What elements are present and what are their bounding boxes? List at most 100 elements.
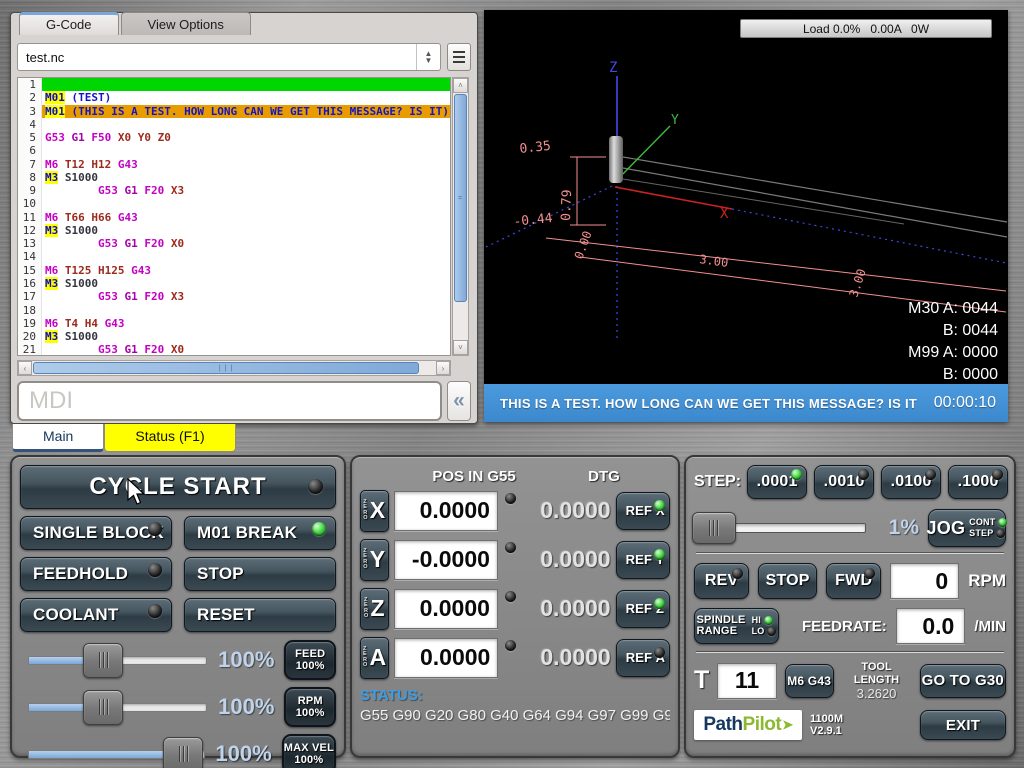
main-tabs: Main Status (F1) [12, 424, 236, 452]
line-text [42, 197, 450, 210]
gcode-line[interactable]: 15M6 T125 H125 G43 [18, 264, 450, 277]
machine-control-panel: CYCLE START SINGLE BLOCK M01 BREAK FEEDHOL… [10, 455, 346, 758]
a-dro-input[interactable]: 0.0000 [394, 638, 498, 678]
hscroll-thumb[interactable]: | | | [33, 362, 419, 374]
tool-length-block: TOOL LENGTH 3.2620 [842, 661, 912, 700]
button-label: STOP [197, 564, 244, 584]
scroll-down-icon[interactable]: ˅ [453, 340, 468, 355]
gcode-line[interactable]: 2M01 (TEST) [18, 91, 450, 104]
gcode-line[interactable]: 16M3 S1000 [18, 277, 450, 290]
axis-letter: Z [370, 597, 384, 620]
gcode-line[interactable]: 3M01 (THIS IS A TEST. HOW LONG CAN WE GE… [18, 105, 450, 118]
vscroll-thumb[interactable]: = [454, 94, 467, 302]
gcode-line[interactable]: 18 [18, 304, 450, 317]
step-led [791, 469, 802, 480]
gcode-line[interactable]: 11M6 T66 H66 G43 [18, 211, 450, 224]
tab-status-f1[interactable]: Status (F1) [104, 424, 235, 452]
gcode-line[interactable]: 20M3 S1000 [18, 330, 450, 343]
gcode-line[interactable]: 21 G53 G1 F20 X0 [18, 343, 450, 356]
maxvel-100-button[interactable]: MAX VEL100% [282, 734, 336, 768]
dim-bottom: -0.44 [513, 211, 554, 230]
gcode-line[interactable]: 4 [18, 118, 450, 131]
backplot-scene[interactable]: Z Y X 0.35 0.79 -0.44 0.00 3.00 3.00 Loa… [484, 10, 1008, 384]
ref-a-button[interactable]: REF A [616, 639, 670, 677]
ref-y-button[interactable]: REF Y [616, 541, 670, 579]
spindle-fwd-button[interactable]: FWD [826, 563, 881, 599]
gcode-hscrollbar[interactable]: ‹ | | | › [17, 360, 451, 376]
step-0001-button[interactable]: .0001 [747, 465, 807, 499]
scroll-right-icon[interactable]: › [436, 361, 450, 375]
tool-number-input[interactable]: 11 [717, 663, 777, 699]
tab-gcode[interactable]: G-Code [19, 12, 119, 35]
feedrate-input[interactable]: 0.0 [896, 608, 966, 644]
zero-z-button[interactable]: ZEROZ [360, 588, 389, 630]
gcode-line[interactable]: 8M3 S1000 [18, 171, 450, 184]
coolant-button[interactable]: COOLANT [20, 598, 172, 632]
scroll-left-icon[interactable]: ‹ [18, 361, 32, 375]
gcode-line[interactable]: 5G53 G1 F50 X0 Y0 Z0 [18, 131, 450, 144]
ref-z-button[interactable]: REF Z [616, 590, 670, 628]
gcode-line[interactable]: 6 [18, 144, 450, 157]
menu-hamburger-icon[interactable] [447, 43, 471, 71]
file-select-spinner-icon[interactable]: ▲▼ [416, 44, 440, 70]
line-number: 19 [18, 317, 42, 330]
feed-100-button[interactable]: FEED100% [284, 640, 336, 680]
gcode-line[interactable]: 12M3 S1000 [18, 224, 450, 237]
zero-y-button[interactable]: ZEROY [360, 539, 389, 581]
tab-view-options[interactable]: View Options [121, 12, 251, 35]
jog-mode-button[interactable]: JOG CONT STEP [928, 509, 1006, 547]
zero-x-button[interactable]: ZEROX [360, 490, 389, 532]
step-1000-button[interactable]: .1000 [948, 465, 1008, 499]
jog-speed-slider[interactable] [694, 523, 866, 533]
gcode-line[interactable]: 13 G53 G1 F20 X0 [18, 237, 450, 250]
single-block-button[interactable]: SINGLE BLOCK [20, 516, 172, 550]
slider-thumb[interactable] [83, 690, 123, 725]
x-dro-input[interactable]: 0.0000 [394, 491, 498, 531]
slider-thumb[interactable] [83, 643, 123, 678]
file-select[interactable]: test.nc ▲▼ [17, 43, 441, 71]
z-dro-input[interactable]: 0.0000 [394, 589, 498, 629]
maxvel-override-slider[interactable] [28, 750, 205, 759]
hi-label: HI [752, 616, 761, 625]
m01-break-button[interactable]: M01 BREAK [184, 516, 336, 550]
reset-button[interactable]: RESET [184, 598, 336, 632]
rpm-100-button[interactable]: RPM100% [284, 687, 336, 727]
gcode-line[interactable]: 9 G53 G1 F20 X3 [18, 184, 450, 197]
gcode-line[interactable]: 14 [18, 250, 450, 263]
spindle-range-button[interactable]: SPINDLE RANGE HI LO [694, 608, 779, 644]
go-to-g30-button[interactable]: GO TO G30 [920, 664, 1006, 698]
gcode-listing[interactable]: 12M01 (TEST)3M01 (THIS IS A TEST. HOW LO… [17, 77, 451, 356]
gcode-vscrollbar[interactable]: ˄ = ˅ [452, 77, 469, 356]
zero-a-button[interactable]: ZEROA [360, 637, 389, 679]
m6-g43-button[interactable]: M6 G43 [785, 664, 834, 698]
rpm-override-slider[interactable] [28, 703, 207, 712]
rpm-input[interactable]: 0 [890, 563, 959, 599]
gcode-line[interactable]: 1 [18, 78, 450, 91]
exit-button[interactable]: EXIT [920, 710, 1006, 740]
mdi-input[interactable] [17, 381, 442, 421]
spindle-rev-button[interactable]: REV [694, 563, 749, 599]
step-0010-button[interactable]: .0010 [814, 465, 874, 499]
slider-thumb[interactable] [163, 737, 203, 768]
line-text: M3 S1000 [42, 224, 450, 237]
ref-x-button[interactable]: REF X [616, 492, 670, 530]
mdi-collapse-icon[interactable]: « [447, 381, 471, 421]
scroll-up-icon[interactable]: ˄ [453, 78, 468, 93]
y-dro-input[interactable]: -0.0000 [394, 540, 498, 580]
gcode-line[interactable]: 19M6 T4 H4 G43 [18, 317, 450, 330]
jog-slider-thumb[interactable] [692, 512, 736, 544]
cycle-start-button[interactable]: CYCLE START [20, 465, 336, 509]
feed-override-slider[interactable] [28, 656, 207, 665]
gcode-line[interactable]: 10 [18, 197, 450, 210]
gcode-line[interactable]: 17 G53 G1 F20 X3 [18, 290, 450, 303]
line-number: 16 [18, 277, 42, 290]
spindle-stop-button[interactable]: STOP [758, 563, 817, 599]
step-0100-button[interactable]: .0100 [881, 465, 941, 499]
feedhold-button[interactable]: FEEDHOLD [20, 557, 172, 591]
rpm-override-value: 100% [207, 694, 274, 720]
ref-led [654, 647, 665, 658]
tab-main[interactable]: Main [12, 424, 104, 452]
gcode-line[interactable]: 7M6 T12 H12 G43 [18, 158, 450, 171]
stop-button[interactable]: STOP [184, 557, 336, 591]
jog-cont-label: CONT [969, 518, 995, 527]
